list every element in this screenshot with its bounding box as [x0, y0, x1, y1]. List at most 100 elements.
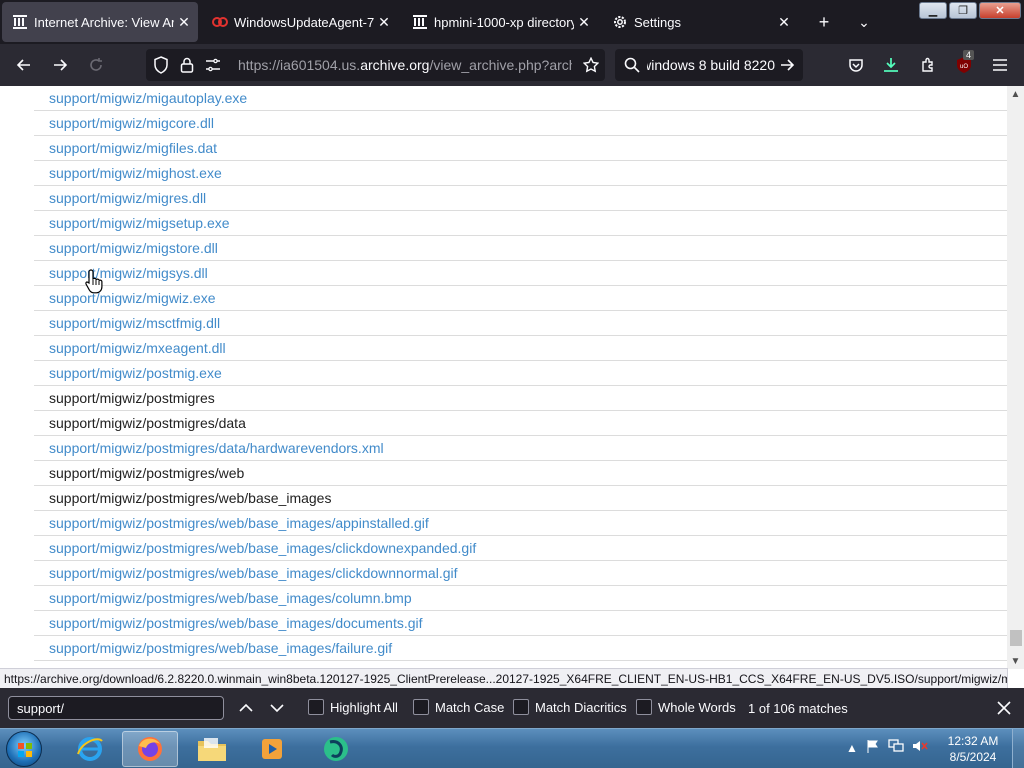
menu-hamburger-icon[interactable] — [987, 52, 1013, 78]
vertical-scrollbar[interactable]: ▲ ▼ — [1007, 86, 1024, 669]
file-list-row: support/migwiz/migautoplay.exe — [34, 86, 1007, 111]
close-tab-icon[interactable]: ✕ — [574, 12, 594, 32]
close-tab-icon[interactable]: ✕ — [174, 12, 194, 32]
ublock-origin-icon[interactable]: uO 4 — [951, 50, 977, 78]
file-link[interactable]: support/migwiz/mxeagent.dll — [49, 340, 226, 356]
show-desktop-button[interactable] — [1012, 729, 1024, 768]
file-link[interactable]: support/migwiz/migsys.dll — [49, 265, 208, 281]
app-globe-icon[interactable] — [308, 731, 364, 767]
file-list-row: support/migwiz/postmigres/web — [34, 461, 1007, 486]
start-button-windows-icon[interactable] — [6, 731, 42, 767]
firefox-icon[interactable] — [122, 731, 178, 767]
folder-entry: support/migwiz/postmigres — [49, 390, 215, 406]
url-prefix: https://ia601504.us. — [238, 57, 361, 73]
tab-internet-archive[interactable]: Internet Archive: View Arch ✕ — [2, 2, 198, 42]
file-link[interactable]: support/migwiz/migsetup.exe — [49, 215, 230, 231]
search-go-arrow-icon[interactable] — [779, 57, 795, 78]
archive-icon — [12, 14, 28, 30]
file-link[interactable]: support/migwiz/postmig.exe — [49, 365, 222, 381]
list-all-tabs-chevron-icon[interactable]: ⌄ — [852, 10, 876, 34]
system-tray: ▲ — [846, 739, 928, 756]
close-find-bar-icon[interactable] — [992, 696, 1016, 720]
restore-icon[interactable]: ❐ — [949, 2, 977, 19]
file-link[interactable]: support/migwiz/postmigres/data/hardwarev… — [49, 440, 384, 456]
taskbar-clock[interactable]: 12:32 AM 8/5/2024 — [944, 733, 1002, 765]
file-link[interactable]: support/migwiz/migautoplay.exe — [49, 90, 247, 106]
file-link[interactable]: support/migwiz/migfiles.dat — [49, 140, 217, 156]
file-link[interactable]: support/migwiz/postmigres/web/base_image… — [49, 615, 423, 631]
checkbox-box[interactable] — [636, 699, 652, 715]
new-tab-plus-icon[interactable]: + — [812, 10, 836, 34]
file-link[interactable]: support/migwiz/postmigres/web/base_image… — [49, 590, 412, 606]
search-bar[interactable]: windows 8 build 8220 — [615, 49, 803, 81]
file-link[interactable]: support/migwiz/migres.dll — [49, 190, 206, 206]
folder-entry: support/migwiz/postmigres/data — [49, 415, 246, 431]
scroll-down-icon[interactable]: ▼ — [1007, 653, 1024, 669]
file-link[interactable]: support/migwiz/migwiz.exe — [49, 290, 216, 306]
checkbox-box[interactable] — [308, 699, 324, 715]
window-controls: ▁ ❐ ✕ — [919, 2, 1021, 19]
extensions-puzzle-icon[interactable] — [915, 52, 941, 78]
close-tab-icon[interactable]: ✕ — [774, 12, 794, 32]
page-content: support/migwiz/migautoplay.exe support/mi… — [0, 86, 1024, 669]
file-link[interactable]: support/migwiz/postmigres/web/base_image… — [49, 540, 476, 556]
file-link[interactable]: support/migwiz/postmigres/web/base_image… — [49, 515, 429, 531]
shield-icon[interactable] — [150, 54, 172, 76]
file-link[interactable]: support/migwiz/migstore.dll — [49, 240, 218, 256]
file-list-row: support/migwiz/postmigres/web/base_image… — [34, 561, 1007, 586]
file-link[interactable]: support/migwiz/postmigres/web/base_image… — [49, 565, 458, 581]
back-arrow-icon[interactable] — [11, 52, 37, 78]
network-icon[interactable] — [888, 739, 904, 756]
checkbox-box[interactable] — [413, 699, 429, 715]
minimize-icon[interactable]: ▁ — [919, 2, 947, 19]
forward-arrow-icon[interactable] — [47, 52, 73, 78]
link-status-url: https://archive.org/download/6.2.8220.0.… — [0, 668, 1008, 688]
match-case-checkbox[interactable]: Match Case — [413, 699, 504, 715]
file-list-row: support/migwiz/mxeagent.dll — [34, 336, 1007, 361]
file-link[interactable]: support/migwiz/mighost.exe — [49, 165, 222, 181]
find-input[interactable] — [8, 696, 224, 720]
tab-label: Settings — [634, 14, 681, 30]
action-center-flag-icon[interactable] — [866, 739, 880, 756]
url-bar[interactable]: https://ia601504.us.archive.org/view_arc… — [146, 49, 605, 81]
file-link[interactable]: support/migwiz/migcore.dll — [49, 115, 214, 131]
file-link[interactable]: support/migwiz/msctfmig.dll — [49, 315, 220, 331]
file-link[interactable]: support/migwiz/postmigres/web/base_image… — [49, 640, 392, 656]
match-diacritics-checkbox[interactable]: Match Diacritics — [513, 699, 627, 715]
file-list-row: support/migwiz/migres.dll — [34, 186, 1007, 211]
whole-words-checkbox[interactable]: Whole Words — [636, 699, 736, 715]
lock-icon[interactable] — [176, 54, 198, 76]
find-next-chevron-down-icon[interactable] — [265, 696, 289, 720]
scroll-up-icon[interactable]: ▲ — [1007, 86, 1024, 102]
file-list-row: support/migwiz/migstore.dll — [34, 236, 1007, 261]
url-suffix: /view_archive.php?archi — [429, 57, 572, 73]
gear-icon — [612, 14, 628, 30]
find-previous-chevron-up-icon[interactable] — [234, 696, 258, 720]
bookmark-star-icon[interactable] — [580, 54, 602, 76]
reload-icon[interactable] — [83, 52, 109, 78]
close-tab-icon[interactable]: ✕ — [374, 12, 394, 32]
tab-hpmini-directory[interactable]: hpmini-1000-xp directory l ✕ — [402, 2, 598, 42]
file-explorer-folder-icon[interactable] — [184, 731, 240, 767]
file-list-row: support/migwiz/postmig.exe — [34, 361, 1007, 386]
volume-muted-icon[interactable] — [912, 739, 928, 756]
file-list-row: support/migwiz/migsys.dll — [34, 261, 1007, 286]
url-text[interactable]: https://ia601504.us.archive.org/view_arc… — [238, 57, 572, 73]
tab-settings[interactable]: Settings ✕ — [602, 2, 798, 42]
tab-windows-update-agent[interactable]: WindowsUpdateAgent-7.6- ✕ — [202, 2, 398, 42]
match-count: 1 of 106 matches — [748, 701, 848, 716]
pocket-icon[interactable] — [843, 52, 869, 78]
downloads-icon[interactable] — [878, 52, 904, 78]
show-hidden-icons-chevron-icon[interactable]: ▲ — [846, 741, 858, 755]
file-list-row: support/migwiz/postmigres/web/base_image… — [34, 636, 1007, 661]
file-list-row: support/migwiz/postmigres/web/base_image… — [34, 586, 1007, 611]
internet-explorer-icon[interactable] — [62, 731, 118, 767]
permissions-icon[interactable] — [202, 54, 224, 76]
tab-strip: Internet Archive: View Arch ✕ WindowsUpd… — [0, 0, 1024, 44]
highlight-all-checkbox[interactable]: Highlight All — [308, 699, 398, 715]
close-window-icon[interactable]: ✕ — [979, 2, 1021, 19]
tab-label: hpmini-1000-xp directory l — [434, 14, 574, 30]
media-player-icon[interactable] — [244, 731, 300, 767]
scrollbar-thumb[interactable] — [1010, 630, 1022, 646]
checkbox-box[interactable] — [513, 699, 529, 715]
